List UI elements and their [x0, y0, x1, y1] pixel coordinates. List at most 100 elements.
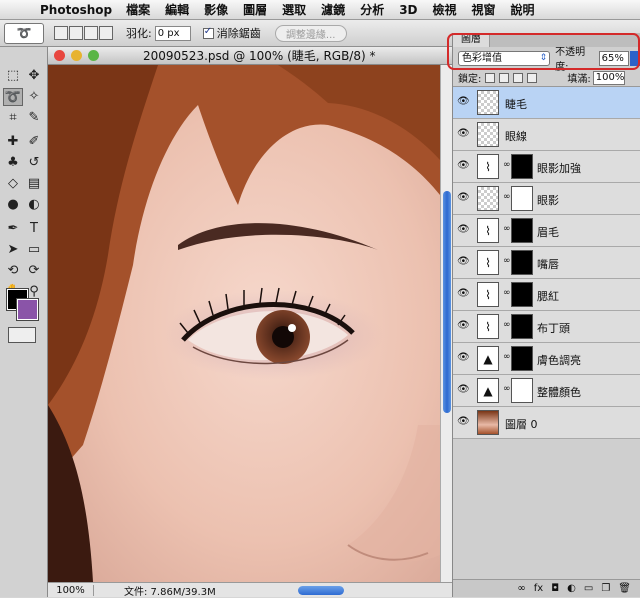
refine-edge-button[interactable]: 調整邊緣...: [274, 24, 347, 42]
layer-row[interactable]: 👁 ⌇ ∞ 嘴唇: [453, 247, 640, 279]
visibility-eye-icon[interactable]: 👁: [457, 320, 470, 332]
3d-orbit-icon[interactable]: ⟳: [24, 262, 44, 280]
layer-mask-thumbnail[interactable]: [511, 282, 533, 307]
visibility-eye-icon[interactable]: 👁: [457, 352, 470, 364]
layer-row[interactable]: 👁 圖層 0: [453, 407, 640, 439]
pen-tool-icon[interactable]: ✒: [3, 220, 23, 238]
layer-row[interactable]: 👁 ⌇ ∞ 腮紅: [453, 279, 640, 311]
move-tool-icon[interactable]: ✥: [24, 67, 44, 85]
delete-layer-icon[interactable]: 🗑: [618, 583, 631, 594]
tab-layers[interactable]: 圖層: [453, 33, 490, 47]
opacity-field[interactable]: 65%: [598, 50, 630, 66]
new-layer-icon[interactable]: ❐: [601, 583, 610, 594]
tool-preset-picker[interactable]: ➰: [4, 22, 44, 44]
layer-row[interactable]: 👁 ∞ 眼影: [453, 183, 640, 215]
menu-window[interactable]: 視窗: [472, 1, 496, 18]
layer-mask-thumbnail[interactable]: [511, 378, 533, 403]
visibility-eye-icon[interactable]: 👁: [457, 224, 470, 236]
path-selection-icon[interactable]: ➤: [3, 241, 23, 259]
eyedropper-icon[interactable]: ✎: [24, 109, 44, 127]
crop-tool-icon[interactable]: ⌗: [3, 109, 23, 127]
visibility-eye-icon[interactable]: 👁: [457, 416, 470, 428]
lock-transparency-icon[interactable]: [485, 72, 496, 83]
clone-stamp-icon[interactable]: ♣: [3, 154, 23, 172]
quick-mask-button[interactable]: [8, 327, 36, 343]
layer-name: 睫毛: [505, 98, 527, 111]
new-selection-icon[interactable]: [54, 26, 68, 40]
intersect-selection-icon[interactable]: [99, 26, 113, 40]
menu-help[interactable]: 說明: [511, 1, 535, 18]
gradient-icon[interactable]: ▤: [24, 175, 44, 193]
layer-row[interactable]: 👁 眼線: [453, 119, 640, 151]
add-selection-icon[interactable]: [69, 26, 83, 40]
background-color-swatch[interactable]: [16, 298, 39, 321]
visibility-eye-icon[interactable]: 👁: [457, 288, 470, 300]
layer-row[interactable]: 👁 睫毛: [453, 87, 640, 119]
portrait-photo: [48, 65, 440, 582]
zoom-field[interactable]: 100%: [48, 584, 94, 596]
dodge-tool-icon[interactable]: ◐: [24, 196, 44, 214]
layer-mask-thumbnail[interactable]: [511, 250, 533, 275]
horizontal-scroll-thumb[interactable]: [298, 586, 344, 595]
layer-row[interactable]: 👁 ⌇ ∞ 眼影加強: [453, 151, 640, 183]
close-window-icon[interactable]: [54, 50, 65, 61]
layer-row[interactable]: 👁 ▲ ∞ 整體顏色: [453, 375, 640, 407]
layer-row[interactable]: 👁 ▲ ∞ 膚色調亮: [453, 343, 640, 375]
antialias-checkbox[interactable]: [202, 26, 214, 39]
minimize-window-icon[interactable]: [71, 50, 82, 61]
blur-tool-icon[interactable]: ●: [3, 196, 23, 214]
marquee-tool-icon[interactable]: ⬚: [3, 67, 23, 85]
shape-tool-icon[interactable]: ▭: [24, 241, 44, 259]
new-group-icon[interactable]: ▭: [584, 583, 593, 594]
subtract-selection-icon[interactable]: [84, 26, 98, 40]
layers-panel: 圖層 色彩增值 不透明度: 65% 鎖定: 填滿: 100% 👁 睫毛 👁 眼線…: [452, 33, 640, 597]
healing-brush-icon[interactable]: ✚: [3, 133, 23, 151]
blend-mode-select[interactable]: 色彩增值: [458, 50, 551, 66]
link-layers-icon[interactable]: ∞: [517, 583, 525, 594]
menu-edit[interactable]: 編輯: [165, 1, 189, 18]
image-canvas[interactable]: [48, 65, 440, 582]
layer-mask-thumbnail[interactable]: [511, 154, 533, 179]
fill-field[interactable]: 100%: [592, 70, 625, 85]
3d-rotate-icon[interactable]: ⟲: [3, 262, 23, 280]
visibility-eye-icon[interactable]: 👁: [457, 384, 470, 396]
lock-all-icon[interactable]: [527, 72, 538, 83]
menu-select[interactable]: 選取: [282, 1, 306, 18]
eraser-icon[interactable]: ◇: [3, 175, 23, 193]
new-adjustment-icon[interactable]: ◐: [567, 583, 576, 594]
document-info[interactable]: 文件: 7.86M/39.3M: [124, 583, 216, 598]
layer-row[interactable]: 👁 ⌇ ∞ 眉毛: [453, 215, 640, 247]
layer-mask-thumbnail[interactable]: [511, 186, 533, 211]
app-menu[interactable]: Photoshop: [40, 3, 112, 17]
menu-3d[interactable]: 3D: [399, 3, 417, 17]
layer-style-icon[interactable]: fx: [534, 583, 543, 594]
menu-filter[interactable]: 濾鏡: [321, 1, 345, 18]
magic-wand-icon[interactable]: ✧: [24, 88, 44, 106]
layer-mask-thumbnail[interactable]: [511, 346, 533, 371]
menu-file[interactable]: 檔案: [126, 1, 150, 18]
zoom-window-icon[interactable]: [88, 50, 99, 61]
lock-position-icon[interactable]: [513, 72, 524, 83]
visibility-eye-icon[interactable]: 👁: [457, 256, 470, 268]
layer-mask-thumbnail[interactable]: [511, 218, 533, 243]
menu-analysis[interactable]: 分析: [360, 1, 384, 18]
lock-pixels-icon[interactable]: [499, 72, 510, 83]
opacity-slider-button[interactable]: [630, 50, 640, 66]
add-mask-icon[interactable]: ◘: [551, 583, 559, 594]
layer-row[interactable]: 👁 ⌇ ∞ 布丁頭: [453, 311, 640, 343]
type-tool-icon[interactable]: T: [24, 220, 44, 238]
menu-layer[interactable]: 圖層: [243, 1, 267, 18]
visibility-eye-icon[interactable]: 👁: [457, 128, 470, 140]
lasso-tool-icon[interactable]: ➰: [3, 88, 23, 106]
menu-image[interactable]: 影像: [204, 1, 228, 18]
menu-view[interactable]: 檢視: [433, 1, 457, 18]
brush-tool-icon[interactable]: ✐: [24, 133, 44, 151]
vertical-scroll-thumb[interactable]: [443, 191, 451, 413]
visibility-eye-icon[interactable]: 👁: [457, 96, 470, 108]
layer-mask-thumbnail[interactable]: [511, 314, 533, 339]
visibility-eye-icon[interactable]: 👁: [457, 192, 470, 204]
history-brush-icon[interactable]: ↺: [24, 154, 44, 172]
feather-input[interactable]: 0 px: [154, 25, 191, 41]
vertical-scrollbar[interactable]: [440, 65, 452, 582]
visibility-eye-icon[interactable]: 👁: [457, 160, 470, 172]
